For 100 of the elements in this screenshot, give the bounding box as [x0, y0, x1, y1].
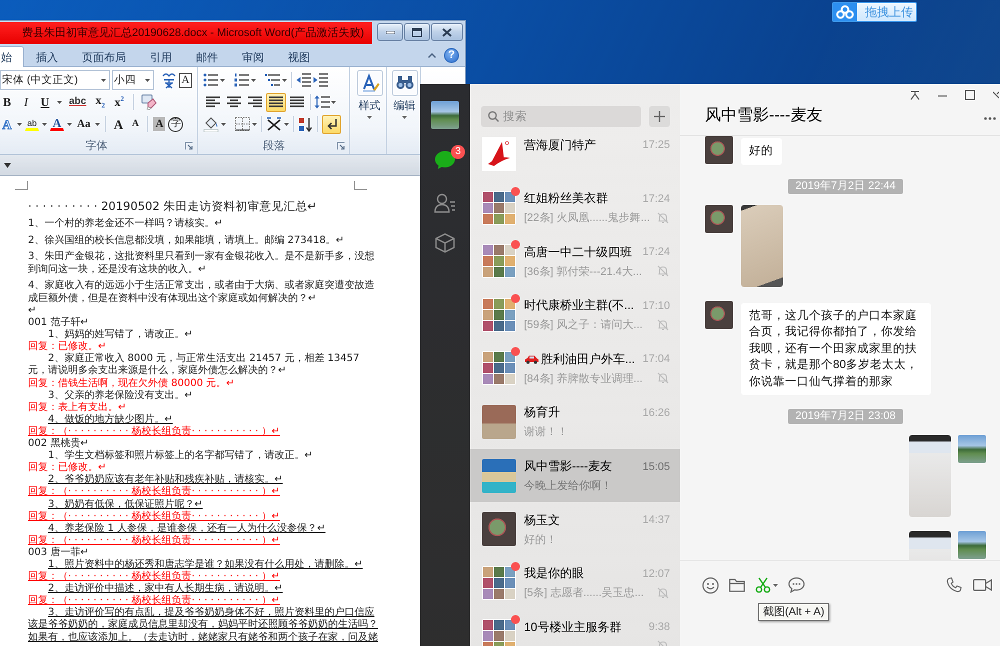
font-size-dropdown[interactable]: 小四 [112, 70, 154, 90]
caret-icon[interactable] [220, 78, 225, 82]
chat-list-item[interactable]: 风中雪影----麦友 15:05 今晚上发给你啊！ [470, 448, 680, 502]
chat-icon[interactable] [434, 150, 456, 170]
decrease-indent-icon[interactable] [296, 73, 311, 87]
enclose-button[interactable]: 字 [168, 116, 184, 132]
ribbon-tab[interactable]: 视图 [276, 47, 322, 66]
phone-icon[interactable] [946, 577, 962, 593]
sort-icon[interactable] [298, 116, 313, 132]
chat-list-item[interactable]: 杨育升 16:26 谢谢！！ [470, 394, 680, 449]
align-justify-button[interactable] [266, 92, 286, 112]
sup-button[interactable]: x$^{2}$ [112, 92, 126, 112]
video-camera-icon[interactable] [973, 578, 992, 592]
chat-list-item[interactable]: 我是你的眼 12:07 [5条] 志愿者......吴玉忠... [470, 556, 680, 610]
caret-icon[interactable] [367, 116, 372, 119]
chat-list-item[interactable]: 高唐一中二十级四班 17:24 [36条] 郭付荣---21.4大... [470, 234, 680, 288]
caret-icon[interactable] [145, 78, 150, 82]
maximize-button[interactable] [404, 23, 430, 41]
case-button[interactable]: Aa [75, 114, 92, 134]
caret-icon[interactable] [773, 584, 778, 586]
shade-button[interactable]: A [153, 117, 166, 131]
chevron-up-icon[interactable] [428, 52, 436, 58]
ribbon-tab[interactable]: 插入 [24, 47, 70, 66]
chat-title: 风中雪影----麦友 [705, 106, 822, 126]
crossed-lines-icon[interactable] [266, 117, 282, 131]
dialog-launcher-icon[interactable] [337, 142, 345, 150]
caret-icon[interactable] [252, 122, 257, 126]
chat-list-item[interactable]: 时代康桥业主群(不... 17:10 [59条] 风之子：请问大... [470, 288, 680, 342]
caret-icon[interactable] [17, 122, 22, 126]
message-icon[interactable] [788, 577, 805, 593]
photo-message[interactable] [909, 435, 951, 517]
ribbon-tab[interactable]: 引用 [138, 47, 184, 66]
sub-button[interactable]: x$_{2}$ [93, 92, 108, 112]
caret-icon[interactable] [284, 122, 289, 126]
font-name-dropdown[interactable]: 宋体 (中文正文) [0, 70, 110, 90]
caret-icon[interactable] [221, 122, 226, 126]
chat-list-item[interactable]: 红姐粉丝美衣群 17:24 [22条] 火凤凰......鬼步舞... [470, 180, 680, 234]
caret-icon[interactable] [42, 122, 47, 126]
avatar-photo[interactable] [958, 531, 986, 559]
avatar-photo[interactable] [705, 136, 733, 164]
pin-icon[interactable] [910, 90, 920, 100]
scissors-icon[interactable] [755, 577, 771, 593]
multilevel-list-icon[interactable] [265, 73, 280, 87]
caret-icon[interactable] [67, 122, 72, 126]
folder-icon[interactable] [729, 578, 745, 592]
add-button[interactable] [649, 106, 670, 127]
caret-icon[interactable] [95, 122, 100, 126]
paint-bucket-icon[interactable] [203, 116, 219, 132]
maximize-icon[interactable] [965, 90, 975, 100]
styles-icon[interactable] [356, 70, 382, 96]
bold-button[interactable]: B [0, 92, 14, 112]
caret-icon[interactable] [4, 162, 11, 168]
chat-list-item[interactable]: 10号楼业主服务群 9:38 [470, 609, 680, 646]
caret-icon[interactable] [402, 116, 407, 119]
reply-text: 回复：（· · · · · · · · · · 杨校长组负责· · · · · · · · · · · ）↵ [28, 571, 281, 582]
chat-list-item[interactable]: 营海厦门特产 17:25 [470, 127, 680, 181]
character-border-button[interactable]: A [179, 72, 192, 88]
italic-button[interactable]: I [19, 92, 33, 112]
contacts-icon[interactable] [434, 193, 456, 213]
avatar-photo[interactable] [958, 435, 986, 463]
strike-button[interactable]: abc [67, 92, 88, 112]
chat-list-item[interactable]: 杨玉文 14:37 好的！ [470, 502, 680, 556]
highlight-button[interactable]: ab [25, 117, 39, 131]
eraser-icon[interactable] [141, 94, 158, 110]
cube-icon[interactable] [435, 233, 455, 253]
search-field[interactable]: 搜索 [481, 106, 641, 127]
phonetic-guide-icon[interactable] [161, 72, 177, 88]
shrink-button[interactable]: A [128, 114, 142, 134]
dialog-launcher-icon[interactable] [185, 142, 193, 150]
close-icon[interactable] [993, 90, 999, 100]
avatar-photo[interactable] [705, 204, 733, 232]
caret-icon[interactable] [251, 78, 256, 82]
binoculars-icon[interactable] [392, 70, 418, 96]
numbered-list-icon[interactable] [234, 73, 249, 87]
underline-button[interactable]: U [38, 92, 52, 112]
profile-avatar[interactable] [431, 101, 459, 129]
color-button[interactable]: A [50, 117, 64, 131]
caret-icon[interactable] [282, 78, 287, 82]
ribbon-tab[interactable]: 邮件 [184, 47, 230, 66]
chat-list-item[interactable]: 胜利油田户外车... 17:04 [84条] 养脾散专业调理... [470, 341, 680, 395]
show-marks-button[interactable] [322, 114, 341, 134]
close-button[interactable] [431, 23, 463, 41]
ribbon-tab[interactable]: 审阅 [230, 47, 276, 66]
bullet-list-icon[interactable] [203, 73, 218, 87]
borders-icon[interactable] [235, 117, 250, 131]
caret-icon[interactable] [101, 78, 106, 82]
line-spacing-icon[interactable] [314, 95, 330, 109]
find-button[interactable]: 编辑 [389, 70, 420, 119]
grow-button[interactable]: A [111, 114, 126, 134]
increase-indent-icon[interactable] [313, 73, 328, 87]
more-icon[interactable] [984, 117, 996, 120]
minimize-button[interactable] [377, 23, 403, 41]
caret-icon[interactable] [331, 100, 336, 104]
ribbon-tab[interactable]: 始 [0, 46, 24, 67]
styles-button[interactable]: 样式 [354, 70, 385, 119]
maximize-icon [412, 28, 422, 36]
ribbon-tab[interactable]: 页面布局 [70, 47, 138, 66]
emoji-icon[interactable] [702, 576, 719, 594]
avatar-photo[interactable] [705, 300, 733, 328]
caret-icon[interactable] [57, 100, 62, 104]
